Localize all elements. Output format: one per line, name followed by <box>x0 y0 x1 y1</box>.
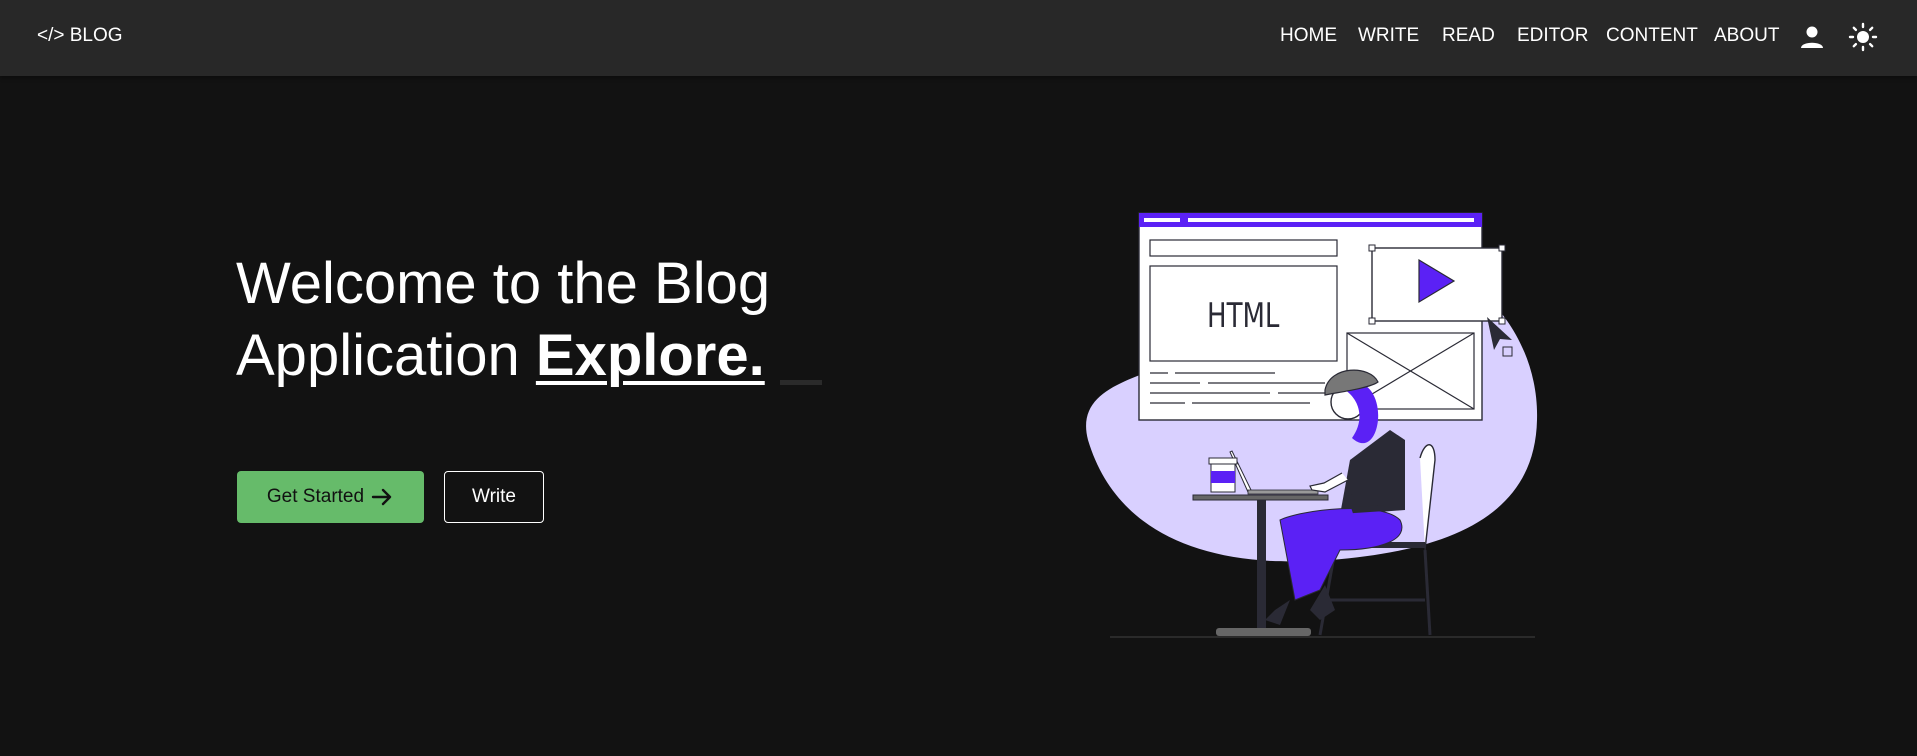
nav-content[interactable]: CONTENT <box>1606 25 1698 47</box>
nav-about[interactable]: ABOUT <box>1714 25 1779 47</box>
nav-home[interactable]: HOME <box>1280 25 1337 47</box>
brand-logo[interactable]: </> BLOG <box>37 25 123 47</box>
arrow-right-icon <box>371 488 392 506</box>
hero-title-line1: Welcome to the Blog <box>236 251 771 316</box>
html-label: HTML <box>1207 297 1280 336</box>
write-button[interactable]: Write <box>444 471 544 523</box>
top-navbar: </> BLOG HOME WRITE READ EDITOR CONTENT … <box>0 0 1917 76</box>
sun-icon[interactable] <box>1848 22 1878 52</box>
nav-read[interactable]: READ <box>1442 25 1495 47</box>
nav-editor[interactable]: EDITOR <box>1517 25 1588 47</box>
user-icon[interactable] <box>1797 22 1827 52</box>
hero-heading: Welcome to the Blog Application Explore. <box>236 248 770 392</box>
get-started-label: Get Started <box>266 486 365 507</box>
get-started-button[interactable]: Get Started <box>237 471 424 523</box>
hero-title-line2: Application <box>236 323 520 388</box>
nav-write[interactable]: WRITE <box>1358 25 1419 47</box>
hero-title-emphasis: Explore. <box>535 323 765 388</box>
typing-cursor <box>780 380 822 385</box>
hero-illustration: HTML <box>1086 212 1538 638</box>
